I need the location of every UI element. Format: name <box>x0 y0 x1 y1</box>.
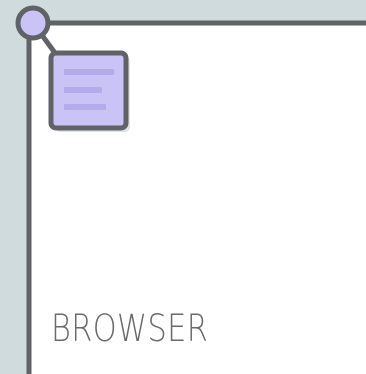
document-icon <box>48 50 130 132</box>
corner-dot-icon <box>15 5 51 41</box>
browser-label: BROWSER <box>51 307 209 350</box>
